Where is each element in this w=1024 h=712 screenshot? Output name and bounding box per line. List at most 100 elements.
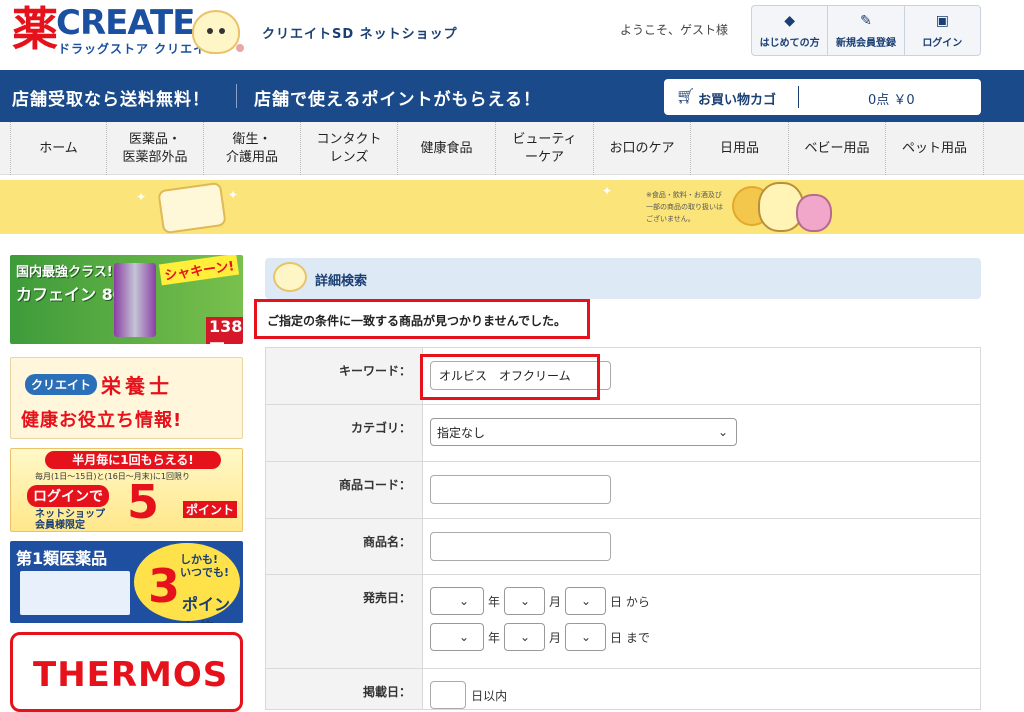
release-date-label: 発売日： (362, 591, 411, 605)
day-from-label: 日 から (610, 594, 650, 609)
nav-contact-lens[interactable]: コンタクト レンズ (301, 122, 398, 175)
nav-daily-goods[interactable]: 日用品 (691, 122, 789, 175)
keyword-input[interactable] (430, 361, 611, 390)
login-button[interactable]: ▣ ログイン (905, 6, 980, 55)
drink-can-icon (114, 263, 156, 337)
side-banner-energy-drink[interactable]: 国内最強クラス! カフェイン 80mg シャキーン! 138円 (10, 255, 243, 344)
banner-note: ※食品・飲料・お酒及び 一部の商品の取り扱いは ございません。 (646, 191, 723, 223)
welcome-text: ようこそ、ゲスト様 (620, 23, 729, 37)
mascot-icon (192, 10, 240, 54)
to-day-select[interactable]: ⌄ (565, 623, 607, 651)
sparkle-icon: ✦ (136, 190, 147, 204)
medicine-box-icon (20, 571, 130, 615)
product-code-label: 商品コード： (338, 478, 411, 492)
nav-oral-care[interactable]: お口のケア (594, 122, 691, 175)
date-to-row: ⌄ 年 ⌄ 月 ⌄ 日 まで (430, 623, 980, 651)
promo-free-shipping: 店舗受取なら送料無料！ (12, 90, 210, 110)
hippo-mascot-icon (796, 194, 832, 232)
cart-label: お買い物カゴ (698, 93, 777, 108)
month-label: 月 (549, 594, 562, 609)
product-name-input[interactable] (430, 532, 611, 561)
nav-pet[interactable]: ペット用品 (886, 122, 984, 175)
chevron-down-icon: ⌄ (519, 630, 531, 644)
date-from-row: ⌄ 年 ⌄ 月 ⌄ 日 から (430, 587, 980, 615)
chevron-down-icon: ⌄ (580, 630, 592, 644)
cart-divider (798, 86, 799, 108)
banner-subtext: 健康お役立ち情報! (21, 410, 183, 431)
category-label: カテゴリ： (350, 421, 411, 435)
month-label: 月 (549, 630, 562, 645)
category-select[interactable]: 指定なし ⌄ (430, 418, 737, 446)
banner-headline: 国内最強クラス! (16, 265, 113, 280)
chevron-down-icon: ⌄ (580, 594, 592, 608)
nav-health-food[interactable]: 健康食品 (398, 122, 496, 175)
promo-points: 店舗で使えるポイントがもらえる！ (254, 90, 541, 110)
banner-points: ポイント (183, 501, 238, 518)
first-time-label: はじめての方 (759, 38, 820, 49)
shop-name: クリエイトSD ネットショップ (262, 27, 458, 42)
year-label: 年 (488, 594, 501, 609)
side-banner-first-class-drugs[interactable]: 第1類医薬品 しかも! いつでも! 3 ポイント倍 (10, 541, 243, 623)
side-banner-login-points[interactable]: 半月毎に1回もらえる! 毎月(1日〜15日)と(16日〜月末)に1回限り ログイ… (10, 448, 243, 532)
chevron-down-icon: ⌄ (458, 630, 469, 644)
post-days-suffix: 日以内 (471, 689, 508, 703)
banner-caption: 毎月(1日〜15日)と(16日〜月末)に1回限り (35, 472, 191, 481)
search-form: キーワード： カテゴリ： 指定なし ⌄ 商品コード： 商品名： 発売日： ⌄ 年… (265, 347, 981, 710)
mascot-icon (273, 262, 307, 292)
mascot-icon (157, 181, 227, 234)
to-month-select[interactable]: ⌄ (504, 623, 546, 651)
to-year-select[interactable]: ⌄ (430, 623, 484, 651)
header-button-group: ◆ はじめての方 ✎ 新規会員登録 ▣ ログイン (751, 5, 981, 56)
nav-hygiene[interactable]: 衛生・ 介護用品 (204, 122, 301, 175)
chevron-down-icon: ⌄ (458, 594, 469, 608)
lock-icon: ▣ (935, 13, 949, 29)
register-button[interactable]: ✎ 新規会員登録 (828, 6, 905, 55)
from-year-select[interactable]: ⌄ (430, 587, 484, 615)
page-title: 詳細検索 (315, 274, 368, 289)
banner-price: 138円 (206, 317, 243, 344)
from-month-select[interactable]: ⌄ (504, 587, 546, 615)
sparkle-icon: ✦ (602, 184, 613, 198)
category-nav: ホーム 医薬品・ 医薬部外品 衛生・ 介護用品 コンタクト レンズ 健康食品 ビ… (0, 122, 1024, 175)
day-to-label: 日 まで (610, 630, 650, 645)
no-results-message: ご指定の条件に一致する商品が見つかりませんでした。 (267, 314, 567, 328)
nav-medicine[interactable]: 医薬品・ 医薬部外品 (107, 122, 204, 175)
banner-number: 5 (127, 475, 160, 529)
year-label: 年 (488, 630, 501, 645)
product-name-label: 商品名： (362, 535, 411, 549)
cart-total: 0点 ￥0 (868, 93, 915, 108)
cart-button[interactable]: 🛒︎ お買い物カゴ 0点 ￥0 (664, 79, 981, 115)
banner-note: しかも! いつでも! (180, 553, 230, 579)
banner-login: ログインで (27, 485, 109, 507)
banner-big-text: 栄養士 (101, 374, 173, 398)
banner-number: 3 (148, 559, 181, 613)
banner-pill: クリエイト (25, 374, 98, 395)
banner-brand: THERMOS (33, 655, 229, 695)
post-date-label: 掲載日： (362, 685, 411, 699)
logo-kanji[interactable]: 薬 (12, 4, 62, 54)
keyword-label: キーワード： (338, 364, 411, 378)
sparkle-icon: ✦ (228, 188, 239, 202)
top-banner[interactable]: ✦ ✦ ✦ ※食品・飲料・お酒及び 一部の商品の取り扱いは ございません。 (0, 180, 1024, 234)
cart-icon: 🛒︎ (676, 87, 696, 105)
banner-members: ネットショップ 会員様限定 (35, 509, 105, 531)
category-selected: 指定なし (437, 425, 486, 440)
nav-baby[interactable]: ベビー用品 (789, 122, 886, 175)
first-time-button[interactable]: ◆ はじめての方 (752, 6, 829, 55)
chevron-down-icon: ⌄ (519, 594, 531, 608)
banner-top: 半月毎に1回もらえる! (45, 451, 221, 469)
side-banner-thermos[interactable]: THERMOS (10, 632, 243, 712)
banner-title: 第1類医薬品 (16, 549, 108, 568)
post-days-input[interactable] (430, 681, 466, 709)
mascot-dot-icon (236, 44, 244, 52)
side-banner-nutritionist[interactable]: クリエイト 栄養士 健康お役立ち情報! (10, 357, 243, 439)
promo-divider (236, 84, 237, 108)
site-header: 薬 CREATE ドラッグストア クリエイト クリエイトSD ネットショップ よ… (0, 0, 1024, 70)
nav-beauty[interactable]: ビューティ ーケア (496, 122, 594, 175)
banner-yell: シャキーン! (158, 255, 240, 286)
nav-home[interactable]: ホーム (10, 122, 107, 175)
product-code-input[interactable] (430, 475, 611, 504)
search-section-header: 詳細検索 (265, 258, 981, 299)
from-day-select[interactable]: ⌄ (565, 587, 607, 615)
logo-brand[interactable]: CREATE (56, 6, 195, 40)
